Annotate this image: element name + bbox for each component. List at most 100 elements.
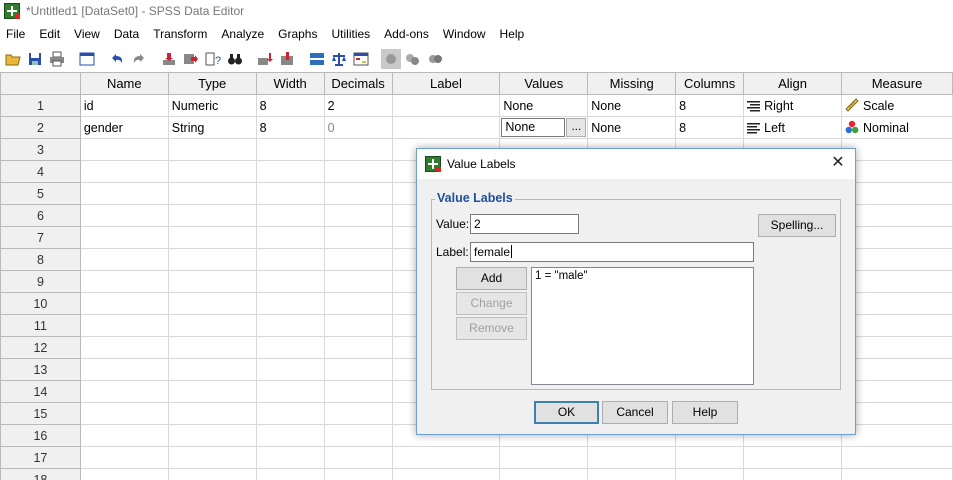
cell-columns[interactable]: 8 (675, 116, 745, 139)
empty-cell[interactable] (167, 380, 257, 403)
header-type[interactable]: Type (167, 72, 257, 95)
header-width[interactable]: Width (255, 72, 325, 95)
row-number[interactable]: 4 (0, 160, 81, 183)
empty-cell[interactable] (255, 358, 325, 381)
dialog-recall-icon[interactable] (77, 49, 97, 69)
goto-case-icon[interactable] (159, 49, 179, 69)
undo-icon[interactable] (107, 49, 127, 69)
empty-cell[interactable] (391, 446, 501, 469)
cell-name[interactable]: id (79, 94, 169, 117)
empty-cell[interactable] (167, 468, 257, 480)
empty-cell[interactable] (323, 402, 393, 425)
empty-cell[interactable] (841, 424, 953, 447)
empty-cell[interactable] (167, 270, 257, 293)
empty-cell[interactable] (255, 138, 325, 161)
empty-cell[interactable] (841, 160, 953, 183)
cell-type[interactable]: Numeric (167, 94, 257, 117)
empty-cell[interactable] (841, 336, 953, 359)
menu-data[interactable]: Data (107, 24, 146, 44)
header-decimals[interactable]: Decimals (323, 72, 393, 95)
save-icon[interactable] (25, 49, 45, 69)
empty-cell[interactable] (255, 226, 325, 249)
change-button[interactable]: Change (456, 292, 527, 315)
empty-cell[interactable] (675, 446, 745, 469)
cancel-button[interactable]: Cancel (602, 401, 668, 424)
value-labels-list[interactable]: 1 = "male" (531, 267, 754, 385)
empty-cell[interactable] (499, 468, 589, 480)
row-number[interactable]: 1 (0, 94, 81, 117)
empty-cell[interactable] (255, 182, 325, 205)
empty-cell[interactable] (841, 226, 953, 249)
empty-cell[interactable] (167, 182, 257, 205)
empty-cell[interactable] (841, 270, 953, 293)
empty-cell[interactable] (587, 446, 677, 469)
cell-measure[interactable]: Nominal (841, 116, 953, 139)
split-file-icon[interactable] (307, 49, 327, 69)
empty-cell[interactable] (323, 292, 393, 315)
header-align[interactable]: Align (743, 72, 843, 95)
empty-cell[interactable] (323, 270, 393, 293)
empty-cell[interactable] (841, 380, 953, 403)
empty-cell[interactable] (79, 248, 169, 271)
cell-name[interactable]: gender (79, 116, 169, 139)
cell-width[interactable]: 8 (255, 94, 325, 117)
help-button[interactable]: Help (672, 401, 738, 424)
menu-view[interactable]: View (67, 24, 107, 44)
empty-cell[interactable] (323, 248, 393, 271)
empty-cell[interactable] (675, 468, 745, 480)
empty-cell[interactable] (323, 358, 393, 381)
cell-decimals[interactable]: 0 (323, 116, 393, 139)
values-edit-box[interactable]: None (501, 118, 566, 137)
list-item[interactable]: 1 = "male" (535, 270, 750, 282)
add-button[interactable]: Add (456, 267, 527, 290)
menu-file[interactable]: File (0, 24, 32, 44)
empty-cell[interactable] (323, 468, 393, 480)
empty-cell[interactable] (841, 182, 953, 205)
empty-cell[interactable] (841, 446, 953, 469)
empty-cell[interactable] (841, 402, 953, 425)
cell-width[interactable]: 8 (255, 116, 325, 139)
row-number[interactable]: 18 (0, 468, 81, 480)
empty-cell[interactable] (167, 226, 257, 249)
header-label[interactable]: Label (391, 72, 501, 95)
cell-align[interactable]: Right (743, 94, 843, 117)
empty-cell[interactable] (79, 336, 169, 359)
menu-graphs[interactable]: Graphs (271, 24, 324, 44)
empty-cell[interactable] (391, 468, 501, 480)
header-values[interactable]: Values (499, 72, 589, 95)
header-missing[interactable]: Missing (587, 72, 677, 95)
cell-missing[interactable]: None (587, 116, 677, 139)
empty-cell[interactable] (255, 336, 325, 359)
empty-cell[interactable] (323, 424, 393, 447)
empty-cell[interactable] (79, 468, 169, 480)
row-number[interactable]: 16 (0, 424, 81, 447)
row-number[interactable]: 15 (0, 402, 81, 425)
menu-transform[interactable]: Transform (146, 24, 214, 44)
row-number[interactable]: 14 (0, 380, 81, 403)
cell-measure[interactable]: Scale (841, 94, 953, 117)
empty-cell[interactable] (255, 248, 325, 271)
empty-cell[interactable] (255, 270, 325, 293)
empty-cell[interactable] (841, 314, 953, 337)
remove-button[interactable]: Remove (456, 317, 527, 340)
row-number[interactable]: 5 (0, 182, 81, 205)
empty-cell[interactable] (323, 182, 393, 205)
empty-cell[interactable] (167, 402, 257, 425)
empty-cell[interactable] (167, 314, 257, 337)
row-number[interactable]: 3 (0, 138, 81, 161)
empty-cell[interactable] (79, 314, 169, 337)
menu-help[interactable]: Help (493, 24, 532, 44)
empty-cell[interactable] (79, 358, 169, 381)
empty-cell[interactable] (79, 182, 169, 205)
close-icon[interactable]: ✕ (829, 155, 847, 173)
empty-cell[interactable] (323, 138, 393, 161)
empty-cell[interactable] (323, 314, 393, 337)
empty-cell[interactable] (167, 204, 257, 227)
empty-cell[interactable] (79, 424, 169, 447)
redo-icon[interactable] (129, 49, 149, 69)
value-field[interactable]: 2 (470, 214, 579, 234)
empty-cell[interactable] (841, 138, 953, 161)
empty-cell[interactable] (323, 336, 393, 359)
menu-utilities[interactable]: Utilities (324, 24, 377, 44)
empty-cell[interactable] (167, 358, 257, 381)
